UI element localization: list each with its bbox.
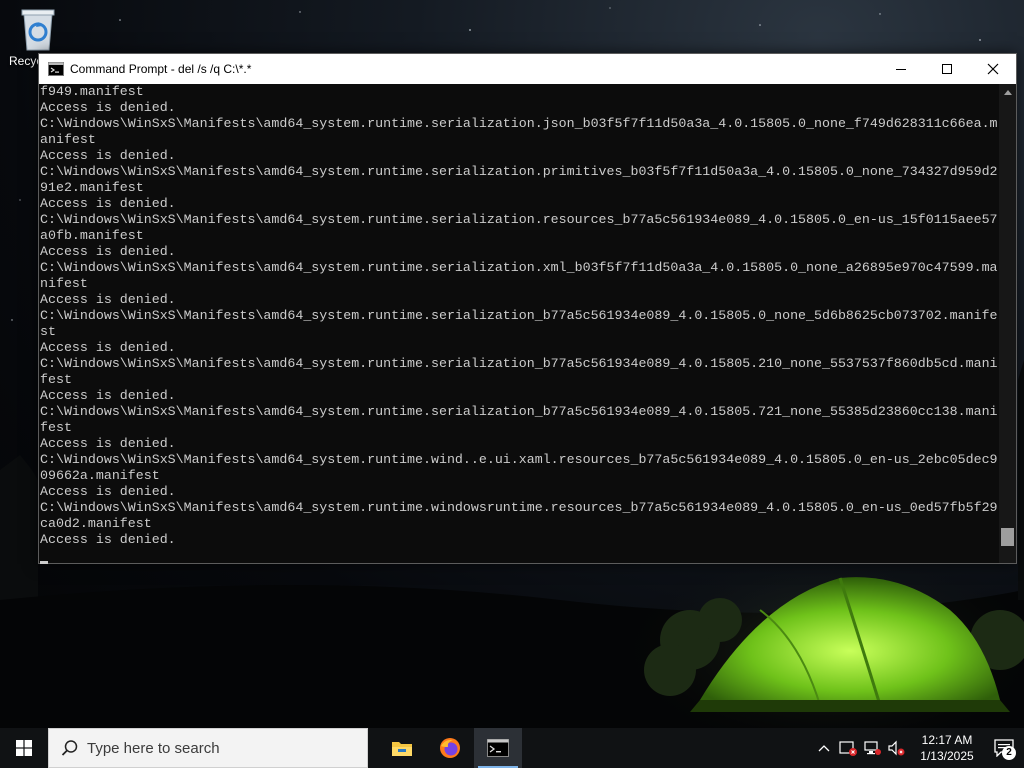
console-line: Access is denied. — [40, 532, 176, 547]
notification-badge: 2 — [1002, 746, 1016, 760]
clock-date: 1/13/2025 — [920, 749, 974, 763]
taskbar-app-file-explorer[interactable] — [378, 728, 426, 768]
text-cursor — [40, 561, 48, 564]
console-line: Access is denied. — [40, 100, 176, 115]
clock-time: 12:17 AM — [921, 733, 973, 747]
scrollbar-thumb[interactable] — [1001, 528, 1014, 546]
console-line: Access is denied. — [40, 436, 176, 451]
console-line: Access is denied. — [40, 484, 176, 499]
firefox-icon — [440, 738, 460, 758]
console-line: f949.manifest — [40, 84, 144, 99]
console-line: fest — [40, 372, 72, 387]
taskbar-search-box[interactable]: Type here to search — [48, 728, 368, 768]
console-output[interactable]: f949.manifest Access is denied. C:\Windows… — [39, 84, 1000, 563]
search-icon — [61, 739, 79, 757]
window-title: Command Prompt - del /s /q C:\*.* — [70, 62, 252, 76]
notification-center-button[interactable]: 2 — [984, 728, 1024, 768]
maximize-button[interactable] — [924, 54, 970, 84]
console-line: C:\Windows\WinSxS\Manifests\amd64_system… — [40, 404, 998, 419]
search-placeholder: Type here to search — [87, 739, 220, 757]
console-line: C:\Windows\WinSxS\Manifests\amd64_system… — [40, 356, 998, 371]
console-line: ca0d2.manifest — [40, 516, 152, 531]
console-line: C:\Windows\WinSxS\Manifests\amd64_system… — [40, 164, 998, 179]
volume-muted-icon[interactable] — [884, 728, 908, 768]
close-icon — [987, 63, 999, 75]
command-prompt-window[interactable]: Command Prompt - del /s /q C:\*.* f949.m… — [38, 53, 1017, 564]
window-controls — [878, 54, 1016, 84]
minimize-icon — [896, 69, 906, 70]
console-line: fest — [40, 420, 72, 435]
chevron-up-icon[interactable] — [812, 728, 836, 768]
cmd-icon — [48, 61, 64, 77]
network-disconnected-icon[interactable] — [860, 728, 884, 768]
vertical-scrollbar[interactable] — [999, 84, 1016, 563]
console-line: C:\Windows\WinSxS\Manifests\amd64_system… — [40, 452, 998, 467]
console-line: C:\Windows\WinSxS\Manifests\amd64_system… — [40, 260, 998, 275]
console-line: Access is denied. — [40, 196, 176, 211]
recycle-bin-icon — [18, 6, 58, 52]
taskbar-app-firefox[interactable] — [426, 728, 474, 768]
console-line: C:\Windows\WinSxS\Manifests\amd64_system… — [40, 116, 998, 131]
console-line: anifest — [40, 132, 96, 147]
security-alert-icon[interactable] — [836, 728, 860, 768]
console-line: 09662a.manifest — [40, 468, 160, 483]
console-line: C:\Windows\WinSxS\Manifests\amd64_system… — [40, 212, 998, 227]
console-line: Access is denied. — [40, 340, 176, 355]
console-line: Access is denied. — [40, 292, 176, 307]
console-line: 91e2.manifest — [40, 180, 144, 195]
console-line: C:\Windows\WinSxS\Manifests\amd64_system… — [40, 500, 998, 515]
console-line: Access is denied. — [40, 148, 176, 163]
taskbar: Type here to search 12:17 AM 1/13/2025 2 — [0, 728, 1024, 768]
windows-logo-icon — [16, 740, 32, 756]
console-line: C:\Windows\WinSxS\Manifests\amd64_system… — [40, 308, 998, 323]
window-titlebar[interactable]: Command Prompt - del /s /q C:\*.* — [39, 54, 1016, 84]
console-line: a0fb.manifest — [40, 228, 144, 243]
console-line: st — [40, 324, 56, 339]
file-explorer-icon — [392, 742, 412, 756]
taskbar-clock[interactable]: 12:17 AM 1/13/2025 — [916, 732, 978, 764]
maximize-icon — [942, 64, 952, 74]
system-tray: 12:17 AM 1/13/2025 2 — [812, 728, 1024, 768]
minimize-button[interactable] — [878, 54, 924, 84]
start-button[interactable] — [0, 728, 48, 768]
console-line: Access is denied. — [40, 388, 176, 403]
taskbar-app-command-prompt[interactable] — [474, 728, 522, 768]
cmd-icon — [487, 739, 509, 757]
scroll-up-arrow-icon[interactable] — [999, 84, 1016, 101]
console-line: Access is denied. — [40, 244, 176, 259]
console-line: nifest — [40, 276, 88, 291]
close-button[interactable] — [970, 54, 1016, 84]
